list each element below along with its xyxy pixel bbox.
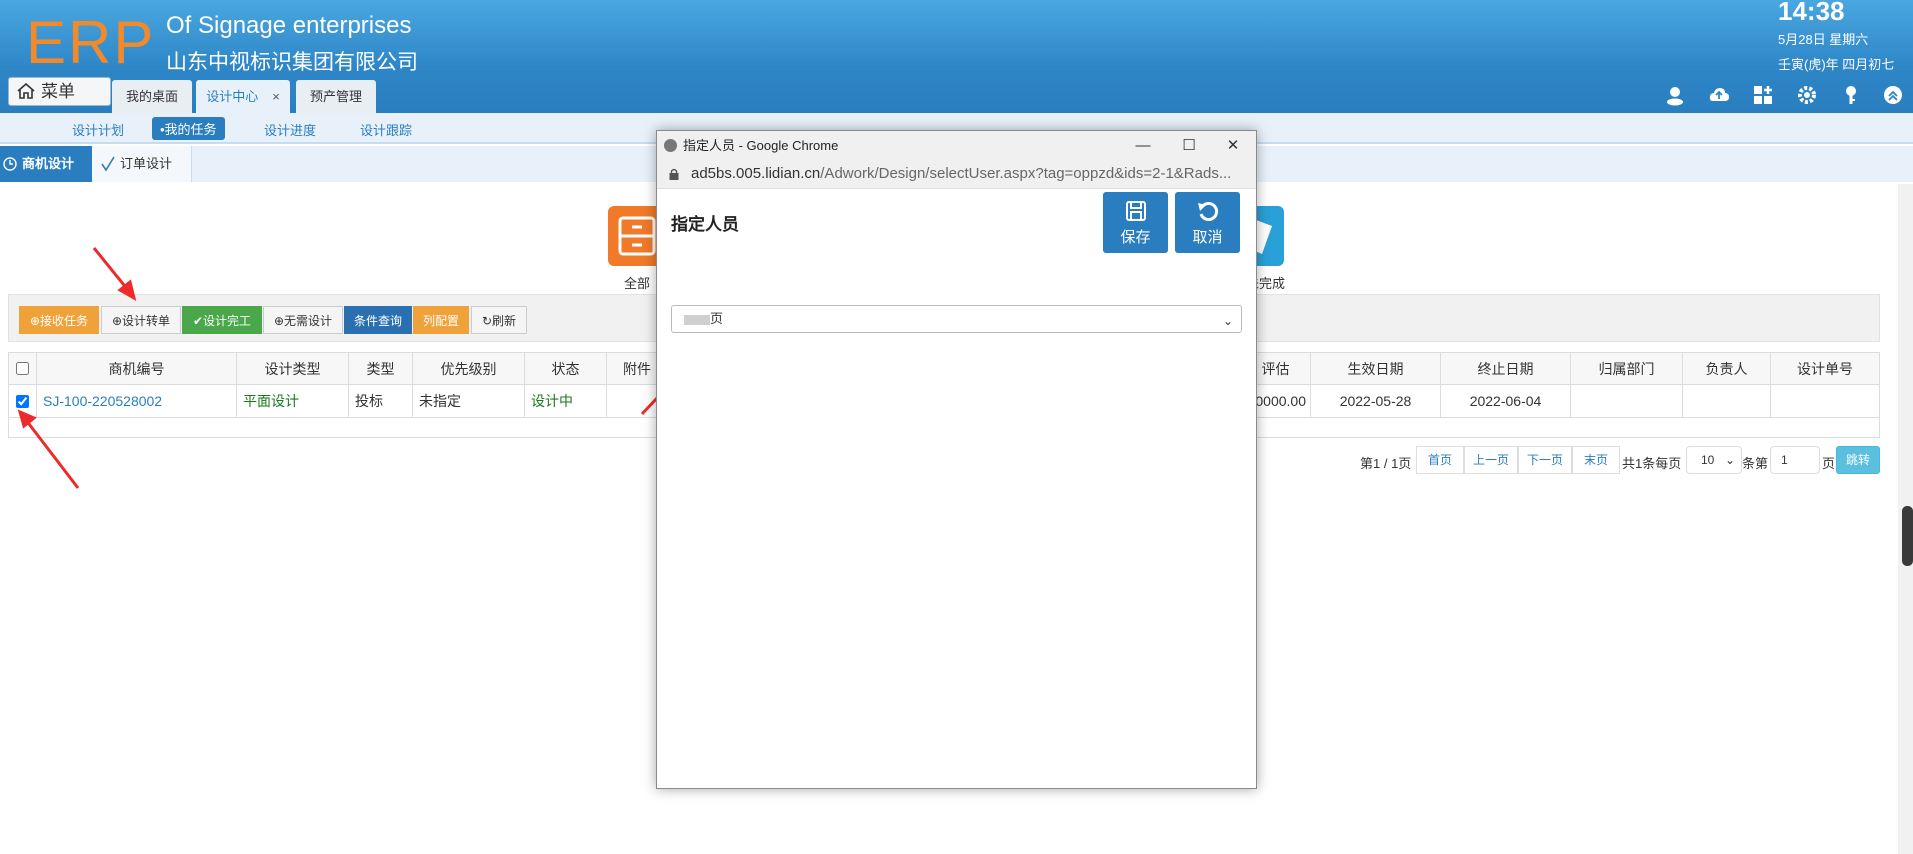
lock-icon: [669, 168, 679, 180]
select-value: 页: [710, 311, 724, 326]
save-icon: [1126, 201, 1146, 221]
save-button[interactable]: 保存: [1103, 192, 1168, 253]
minimize-button[interactable]: —: [1120, 131, 1166, 160]
save-label: 保存: [1120, 229, 1151, 246]
url-path: /Adwork/Design/selectUser.aspx?tag=oppzd…: [820, 165, 1232, 182]
arrow-to-transfer: [92, 247, 130, 291]
redacted-text: [684, 314, 710, 325]
arrow-head: [17, 409, 37, 429]
cancel-button[interactable]: 取消: [1175, 192, 1240, 253]
dialog-window-title: 指定人员 - Google Chrome: [683, 138, 839, 153]
user-select[interactable]: 页 ⌄: [671, 305, 1242, 333]
dialog-heading: 指定人员: [671, 215, 739, 234]
chevron-down-icon: ⌄: [1222, 314, 1233, 328]
chrome-icon: [664, 139, 677, 152]
undo-icon: [1198, 202, 1219, 221]
maximize-button[interactable]: ☐: [1166, 131, 1212, 160]
dialog-titlebar: 指定人员 - Google Chrome — ☐ ✕: [657, 131, 1256, 160]
select-user-dialog: 指定人员 - Google Chrome — ☐ ✕ ad5bs.005.lid…: [656, 130, 1257, 789]
cancel-label: 取消: [1192, 229, 1223, 246]
url-host: ad5bs.005.lidian.cn: [691, 165, 821, 182]
address-bar[interactable]: ad5bs.005.lidian.cn/Adwork/Design/select…: [657, 160, 1256, 189]
arrow-to-checkbox: [24, 419, 80, 489]
close-button[interactable]: ✕: [1210, 131, 1256, 160]
